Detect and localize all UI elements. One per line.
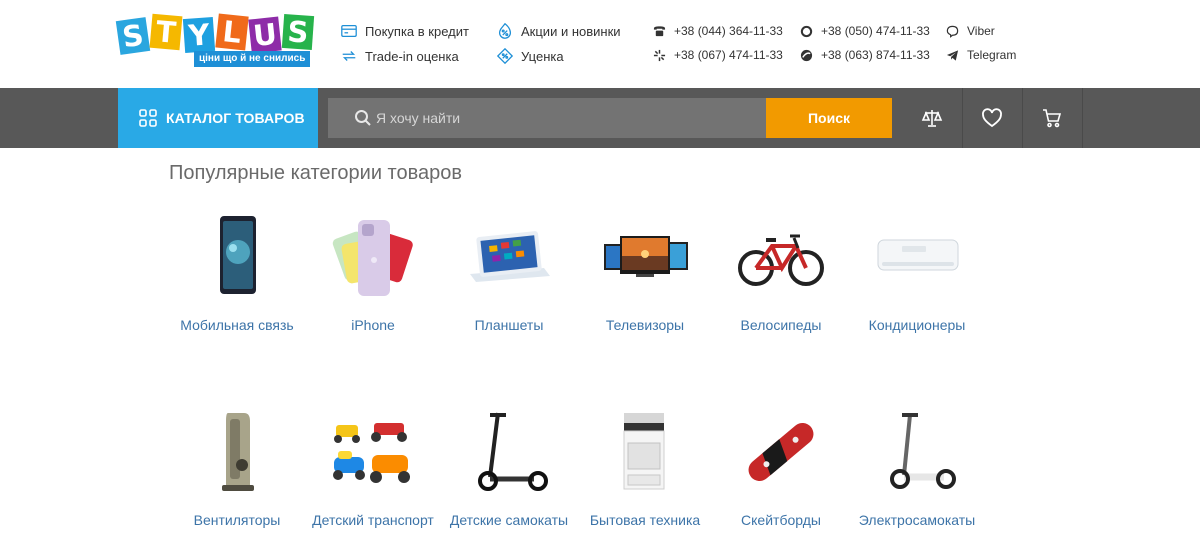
telegram-icon (945, 48, 959, 62)
category-bicycles[interactable]: Велосипеды (716, 212, 846, 335)
category-mobile[interactable]: Мобильная связь (172, 212, 302, 335)
phone-lifecell-number: +38 (063) 874-11-33 (821, 48, 930, 62)
vodafone-icon (799, 24, 813, 38)
promo-link-label: Акции и новинки (521, 23, 621, 39)
telegram-label: Telegram (967, 48, 1017, 62)
phone-landline[interactable]: +38 (044) 364-11-33 (652, 24, 783, 38)
skateboard-image (736, 407, 826, 497)
category-name: Мобильная связь (180, 317, 294, 333)
logo-wordmark: S T Y L U S (115, 13, 316, 55)
logo-letter: S (281, 13, 315, 51)
search-box (328, 98, 766, 138)
lifecell-icon (799, 48, 813, 62)
smartphone-image (192, 212, 282, 302)
credit-card-icon (339, 21, 359, 41)
tv-image (600, 212, 690, 302)
stove-image (600, 407, 690, 497)
category-skateboards[interactable]: Скейтборды (716, 407, 846, 530)
divider (1082, 88, 1083, 148)
viber-icon (945, 24, 959, 38)
discount-link-label: Уценка (521, 48, 564, 64)
phone-kyivstar-number: +38 (067) 474-11-33 (674, 48, 783, 62)
viber-link[interactable]: Viber (945, 24, 995, 38)
logo-letter: Y (182, 16, 216, 54)
category-kids-scooters[interactable]: Детские самокаты (444, 407, 574, 530)
kyivstar-icon (652, 48, 666, 62)
nav-bar: КАТАЛОГ ТОВАРОВ Поиск (0, 88, 1200, 148)
category-home-appliances[interactable]: Бытовая техника (580, 407, 710, 530)
trade-in-link-label: Trade-in оценка (365, 48, 459, 64)
phone-landline-number: +38 (044) 364-11-33 (674, 24, 783, 38)
search-button[interactable]: Поиск (766, 98, 892, 138)
trade-in-link[interactable]: Trade-in оценка (339, 46, 459, 66)
category-name: Детский транспорт (312, 512, 434, 528)
catalog-button[interactable]: КАТАЛОГ ТОВАРОВ (118, 88, 318, 148)
section-title: Популярные категории товаров (169, 162, 462, 184)
iphone-image (328, 212, 418, 302)
cart-icon (1043, 109, 1062, 128)
promo-link[interactable]: Акции и новинки (495, 21, 621, 41)
phone-vodafone[interactable]: +38 (050) 474-11-33 (799, 24, 930, 38)
kids-vehicles-image (328, 407, 418, 497)
phone-vodafone-number: +38 (050) 474-11-33 (821, 24, 930, 38)
category-name: Бытовая техника (589, 512, 701, 528)
category-name: iPhone (351, 317, 395, 333)
fan-image (192, 407, 282, 497)
category-fans[interactable]: Вентиляторы (172, 407, 302, 530)
logo-letter: S (115, 17, 151, 55)
landline-phone-icon (652, 24, 666, 38)
category-name: Телевизоры (605, 317, 685, 333)
category-tvs[interactable]: Телевизоры (580, 212, 710, 335)
logo-tagline: ціни що й не снились (194, 51, 311, 67)
category-iphone[interactable]: iPhone (308, 212, 438, 335)
phone-lifecell[interactable]: +38 (063) 874-11-33 (799, 48, 930, 62)
category-name: Скейтборды (741, 512, 821, 528)
category-name: Велосипеды (740, 317, 822, 333)
wishlist-button[interactable] (962, 88, 1022, 148)
phone-kyivstar[interactable]: +38 (067) 474-11-33 (652, 48, 783, 62)
heart-icon (982, 108, 1002, 128)
category-name: Планшеты (474, 317, 544, 333)
catalog-button-label: КАТАЛОГ ТОВАРОВ (166, 110, 305, 126)
tablet-image (464, 212, 554, 302)
discount-tag-icon (495, 46, 515, 66)
top-header: S T Y L U S ціни що й не снились Покупка… (0, 0, 1200, 88)
credit-link-label: Покупка в кредит (365, 23, 469, 39)
category-name: Вентиляторы (193, 512, 281, 528)
category-tablets[interactable]: Планшеты (444, 212, 574, 335)
bicycle-image (736, 212, 826, 302)
compare-icon (921, 110, 943, 127)
search-icon (355, 110, 371, 126)
category-kids-transport[interactable]: Детский транспорт (308, 407, 438, 530)
viber-label: Viber (967, 24, 995, 38)
credit-link[interactable]: Покупка в кредит (339, 21, 469, 41)
grid-icon (139, 109, 157, 127)
search-input[interactable] (376, 110, 756, 126)
logo-letter: L (215, 13, 249, 51)
cart-button[interactable] (1022, 88, 1082, 148)
air-conditioner-image (872, 212, 962, 302)
discount-link[interactable]: Уценка (495, 46, 564, 66)
logo-letter: T (149, 13, 183, 51)
kids-scooter-image (464, 407, 554, 497)
trade-in-icon (339, 46, 359, 66)
category-name: Электросамокаты (858, 512, 976, 528)
compare-button[interactable] (902, 88, 962, 148)
electric-scooter-image (872, 407, 962, 497)
telegram-link[interactable]: Telegram (945, 48, 1016, 62)
category-name: Детские самокаты (449, 512, 569, 528)
stylus-logo[interactable]: S T Y L U S ціни що й не снились (115, 13, 318, 69)
category-air-conditioners[interactable]: Кондиционеры (852, 212, 982, 335)
percent-icon (495, 21, 515, 41)
logo-letter: U (248, 16, 282, 54)
category-electric-scooters[interactable]: Электросамокаты (852, 407, 982, 530)
category-name: Кондиционеры (868, 317, 966, 333)
